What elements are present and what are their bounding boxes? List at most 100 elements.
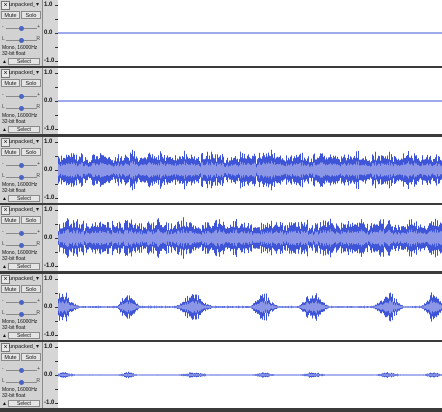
mute-button[interactable]: Mute — [1, 79, 20, 87]
track-name-menu[interactable]: unpacked_24 — [9, 275, 35, 283]
ruler-max-label: 1.0 — [44, 207, 53, 213]
select-track-button[interactable]: Select — [8, 332, 40, 339]
ruler-zero-label: 0.0 — [44, 167, 53, 173]
select-track-button[interactable]: Select — [8, 195, 40, 202]
mute-button[interactable]: Mute — [1, 285, 20, 293]
waveform-display[interactable] — [58, 68, 442, 134]
solo-button[interactable]: Solo — [21, 148, 41, 156]
select-track-button[interactable]: Select — [8, 400, 40, 407]
gain-slider-thumb[interactable] — [19, 300, 24, 305]
gain-min-label: - — [2, 298, 4, 304]
waveform-display[interactable] — [58, 342, 442, 408]
track-name-menu[interactable]: unpacked_24 — [9, 1, 35, 9]
collapse-track-icon[interactable]: ▲ — [2, 401, 7, 407]
chevron-down-icon[interactable]: ▾ — [36, 344, 39, 350]
select-track-button[interactable]: Select — [8, 126, 40, 133]
pan-slider-thumb[interactable] — [19, 38, 24, 43]
pan-slider[interactable]: L R — [2, 36, 40, 44]
gain-slider[interactable]: - + — [2, 298, 40, 306]
collapse-track-icon[interactable]: ▲ — [2, 333, 7, 339]
gain-slider[interactable]: - + — [2, 366, 40, 374]
ruler-min-label: -1.0 — [44, 400, 55, 406]
collapse-track-icon[interactable]: ▲ — [2, 127, 7, 133]
mute-button[interactable]: Mute — [1, 216, 20, 224]
audio-track[interactable]: × unpacked_24 ▾ Mute Solo - + L R Mono, … — [0, 137, 442, 203]
sample-format-info: 32-bit float — [2, 119, 26, 125]
gain-slider-thumb[interactable] — [19, 163, 24, 168]
pan-slider-thumb[interactable] — [19, 175, 24, 180]
pan-slider[interactable]: L R — [2, 241, 40, 249]
gain-max-label: + — [37, 229, 40, 235]
select-track-button[interactable]: Select — [8, 58, 40, 65]
track-name-menu[interactable]: unpacked_24 — [9, 343, 35, 351]
ruler-zero-label: 0.0 — [44, 30, 53, 36]
ruler-max-label: 1.0 — [44, 70, 53, 76]
ruler-min-label: -1.0 — [44, 58, 55, 64]
gain-slider-thumb[interactable] — [19, 368, 24, 373]
ruler-min-label: -1.0 — [44, 332, 55, 338]
waveform-display[interactable] — [58, 205, 442, 271]
track-name-menu[interactable]: unpacked_24 — [9, 138, 35, 146]
gain-max-label: + — [37, 24, 40, 30]
pan-left-label: L — [2, 36, 5, 42]
track-name-menu[interactable]: unpacked_24 — [9, 206, 35, 214]
pan-slider[interactable]: L R — [2, 378, 40, 386]
gain-max-label: + — [37, 366, 40, 372]
solo-button[interactable]: Solo — [21, 216, 41, 224]
gain-slider[interactable]: - + — [2, 92, 40, 100]
collapse-track-icon[interactable]: ▲ — [2, 264, 7, 270]
ruler-zero-label: 0.0 — [44, 304, 53, 310]
waveform-display[interactable] — [58, 0, 442, 66]
select-track-button[interactable]: Select — [8, 263, 40, 270]
solo-button[interactable]: Solo — [21, 79, 41, 87]
chevron-down-icon[interactable]: ▾ — [36, 139, 39, 145]
pan-slider-thumb[interactable] — [19, 380, 24, 385]
solo-button[interactable]: Solo — [21, 285, 41, 293]
solo-button[interactable]: Solo — [21, 11, 41, 19]
chevron-down-icon[interactable]: ▾ — [36, 70, 39, 76]
pan-right-label: R — [36, 104, 40, 110]
gain-slider[interactable]: - + — [2, 24, 40, 32]
gain-slider[interactable]: - + — [2, 229, 40, 237]
audio-track[interactable]: × unpacked_24 ▾ Mute Solo - + L R Mono, … — [0, 0, 442, 66]
track-control-panel: × unpacked_24 ▾ Mute Solo - + L R Mono, … — [0, 342, 43, 408]
gain-min-label: - — [2, 92, 4, 98]
track-name-menu[interactable]: unpacked_24 — [9, 69, 35, 77]
waveform-display[interactable] — [58, 137, 442, 203]
ruler-max-label: 1.0 — [44, 139, 53, 145]
pan-slider[interactable]: L R — [2, 310, 40, 318]
solo-button[interactable]: Solo — [21, 353, 41, 361]
gain-slider[interactable]: - + — [2, 161, 40, 169]
pan-slider[interactable]: L R — [2, 104, 40, 112]
audio-track[interactable]: × unpacked_24 ▾ Mute Solo - + L R Mono, … — [0, 205, 442, 271]
audio-track[interactable]: × unpacked_24 ▾ Mute Solo - + L R Mono, … — [0, 274, 442, 340]
amplitude-ruler: 1.0 0.0 -1.0 — [43, 274, 58, 340]
mute-button[interactable]: Mute — [1, 148, 20, 156]
gain-max-label: + — [37, 161, 40, 167]
waveform-display[interactable] — [58, 274, 442, 340]
mute-button[interactable]: Mute — [1, 353, 20, 361]
mute-button[interactable]: Mute — [1, 11, 20, 19]
ruler-max-label: 1.0 — [44, 344, 53, 350]
pan-slider-thumb[interactable] — [19, 106, 24, 111]
chevron-down-icon[interactable]: ▾ — [36, 2, 39, 8]
collapse-track-icon[interactable]: ▲ — [2, 196, 7, 202]
collapse-track-icon[interactable]: ▲ — [2, 59, 7, 65]
pan-slider-thumb[interactable] — [19, 243, 24, 248]
gain-slider-thumb[interactable] — [19, 94, 24, 99]
amplitude-ruler: 1.0 0.0 -1.0 — [43, 0, 58, 66]
pan-slider-thumb[interactable] — [19, 312, 24, 317]
audio-track[interactable]: × unpacked_24 ▾ Mute Solo - + L R Mono, … — [0, 68, 442, 134]
sample-format-info: 32-bit float — [2, 256, 26, 262]
pan-slider[interactable]: L R — [2, 173, 40, 181]
chevron-down-icon[interactable]: ▾ — [36, 276, 39, 282]
audio-track[interactable]: × unpacked_24 ▾ Mute Solo - + L R Mono, … — [0, 342, 442, 408]
ruler-max-label: 1.0 — [44, 2, 53, 8]
chevron-down-icon[interactable]: ▾ — [36, 207, 39, 213]
gain-slider-thumb[interactable] — [19, 231, 24, 236]
gain-slider-thumb[interactable] — [19, 26, 24, 31]
sample-format-info: 32-bit float — [2, 51, 26, 57]
pan-left-label: L — [2, 173, 5, 179]
track-control-panel: × unpacked_24 ▾ Mute Solo - + L R Mono, … — [0, 0, 43, 66]
pan-left-label: L — [2, 378, 5, 384]
